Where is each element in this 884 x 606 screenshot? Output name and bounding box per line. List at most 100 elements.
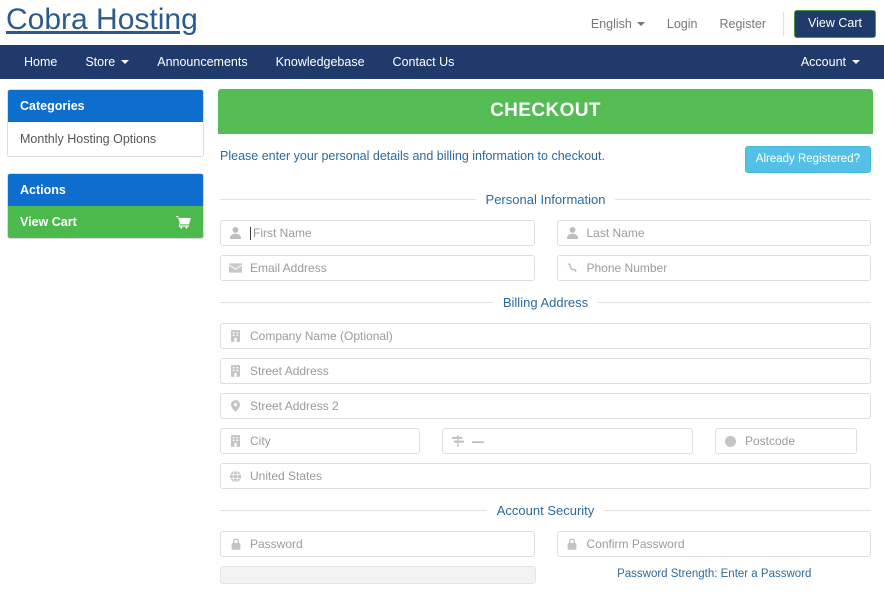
- phone-input[interactable]: Phone Number: [556, 255, 871, 281]
- login-link[interactable]: Login: [656, 17, 709, 31]
- first-name-placeholder: First Name: [253, 226, 312, 240]
- header-utility-nav: English Login Register View Cart: [580, 10, 876, 38]
- country-selected-value: United States: [250, 469, 323, 483]
- form-col-phone: Phone Number: [556, 255, 871, 281]
- postcode-input[interactable]: Postcode: [715, 428, 857, 454]
- view-cart-button[interactable]: View Cart: [794, 10, 876, 38]
- section-divider-account-security: Account Security: [220, 503, 871, 518]
- phone-placeholder: Phone Number: [586, 261, 668, 275]
- building-icon: [229, 435, 242, 447]
- header-divider: [783, 11, 785, 36]
- user-icon: [229, 227, 242, 239]
- globe-icon: [229, 470, 242, 482]
- lock-icon: [566, 538, 579, 550]
- nav-item-store[interactable]: Store: [71, 45, 143, 79]
- language-label: English: [590, 16, 632, 31]
- form-col-confirm-password: Confirm Password: [556, 531, 871, 557]
- shopping-cart-icon: [176, 215, 191, 229]
- nav-label-contact-us: Contact Us: [392, 55, 455, 69]
- city-input[interactable]: City: [220, 428, 420, 454]
- main-content: CHECKOUT Please enter your personal deta…: [218, 89, 873, 584]
- form-row-street2: Street Address 2: [218, 393, 873, 419]
- password-strength-bar: [220, 566, 536, 584]
- checkout-header: CHECKOUT: [218, 89, 873, 134]
- lock-icon: [229, 538, 242, 550]
- form-row-street1: Street Address: [218, 358, 873, 384]
- already-registered-button[interactable]: Already Registered?: [744, 146, 871, 173]
- form-col-password: Password: [220, 531, 535, 557]
- nav-item-account[interactable]: Account: [787, 45, 874, 79]
- form-row-country: United States: [218, 463, 873, 489]
- sidebar-item-view-cart[interactable]: View Cart: [8, 206, 203, 238]
- nav-item-home[interactable]: Home: [10, 45, 71, 79]
- city-placeholder: City: [250, 434, 271, 448]
- chevron-down-icon: [636, 21, 645, 26]
- password-input[interactable]: Password: [220, 531, 535, 557]
- company-name-input[interactable]: Company Name (Optional): [220, 323, 871, 349]
- form-col-postcode: Postcode: [715, 428, 857, 454]
- password-strength-label: Password Strength: Enter a Password: [617, 568, 812, 580]
- form-col-email: Email Address: [220, 255, 535, 281]
- nav-item-announcements[interactable]: Announcements: [143, 45, 261, 79]
- section-title-account-security: Account Security: [496, 503, 595, 518]
- envelope-icon: [229, 263, 242, 273]
- street-address-input[interactable]: Street Address: [220, 358, 871, 384]
- email-input[interactable]: Email Address: [220, 255, 535, 281]
- top-header: Cobra Hosting English Login Register Vie…: [0, 0, 884, 45]
- section-divider-personal-information: Personal Information: [220, 192, 871, 207]
- password-strength-row: Password Strength: Enter a Password: [218, 566, 873, 584]
- user-icon: [566, 227, 579, 239]
- categories-panel: Categories Monthly Hosting Options: [7, 89, 204, 157]
- form-col-country: United States: [220, 463, 871, 489]
- phone-icon: [566, 262, 579, 274]
- nav-item-knowledgebase[interactable]: Knowledgebase: [262, 45, 379, 79]
- form-col-street2: Street Address 2: [220, 393, 871, 419]
- form-col-street1: Street Address: [220, 358, 871, 384]
- form-row-company: Company Name (Optional): [218, 323, 873, 349]
- form-row-names: First Name Last Name: [218, 220, 873, 246]
- categories-panel-title: Categories: [8, 90, 203, 122]
- form-col-company: Company Name (Optional): [220, 323, 871, 349]
- street-address-placeholder: Street Address: [250, 364, 329, 378]
- email-placeholder: Email Address: [250, 261, 327, 275]
- confirm-password-placeholder: Confirm Password: [586, 537, 685, 551]
- postcode-placeholder: Postcode: [745, 434, 796, 448]
- form-col-state: —: [442, 428, 693, 454]
- actions-panel-title: Actions: [8, 174, 203, 206]
- chevron-down-icon: [852, 60, 860, 64]
- nav-item-contact-us[interactable]: Contact Us: [379, 45, 469, 79]
- last-name-placeholder: Last Name: [586, 226, 645, 240]
- first-name-input[interactable]: First Name: [220, 220, 535, 246]
- site-logo[interactable]: Cobra Hosting: [6, 3, 198, 37]
- page-body: Categories Monthly Hosting Options Actio…: [0, 79, 884, 584]
- checkout-intro-text: Please enter your personal details and b…: [220, 149, 605, 163]
- nav-label-account: Account: [800, 55, 846, 69]
- password-placeholder: Password: [250, 537, 303, 551]
- form-col-first-name: First Name: [220, 220, 535, 246]
- form-row-city-state-postcode: City — Postcode: [218, 428, 873, 454]
- section-title-billing-address: Billing Address: [502, 295, 589, 310]
- street-address-2-input[interactable]: Street Address 2: [220, 393, 871, 419]
- country-select[interactable]: United States: [220, 463, 871, 489]
- form-row-contact: Email Address Phone Number: [218, 255, 873, 281]
- nav-label-home: Home: [24, 55, 58, 69]
- confirm-password-input[interactable]: Confirm Password: [556, 531, 871, 557]
- state-selected-value: —: [472, 434, 484, 448]
- section-title-personal-information: Personal Information: [485, 192, 606, 207]
- language-selector[interactable]: English: [580, 17, 656, 31]
- register-link[interactable]: Register: [708, 17, 777, 31]
- navbar-right: Account: [787, 45, 874, 79]
- checkout-intro-row: Please enter your personal details and b…: [218, 134, 873, 178]
- company-name-placeholder: Company Name (Optional): [250, 329, 393, 343]
- state-select[interactable]: —: [442, 428, 693, 454]
- text-cursor: [250, 226, 251, 240]
- map-marker-icon: [229, 400, 242, 412]
- sidebar-view-cart-label: View Cart: [20, 215, 77, 229]
- form-col-last-name: Last Name: [556, 220, 871, 246]
- sidebar-item-monthly-hosting-options[interactable]: Monthly Hosting Options: [8, 122, 203, 156]
- navbar-items: Home Store Announcements Knowledgebase C…: [10, 45, 468, 79]
- map-signs-icon: [451, 435, 464, 447]
- last-name-input[interactable]: Last Name: [556, 220, 871, 246]
- circle-icon: [724, 435, 737, 447]
- chevron-down-icon: [121, 60, 130, 64]
